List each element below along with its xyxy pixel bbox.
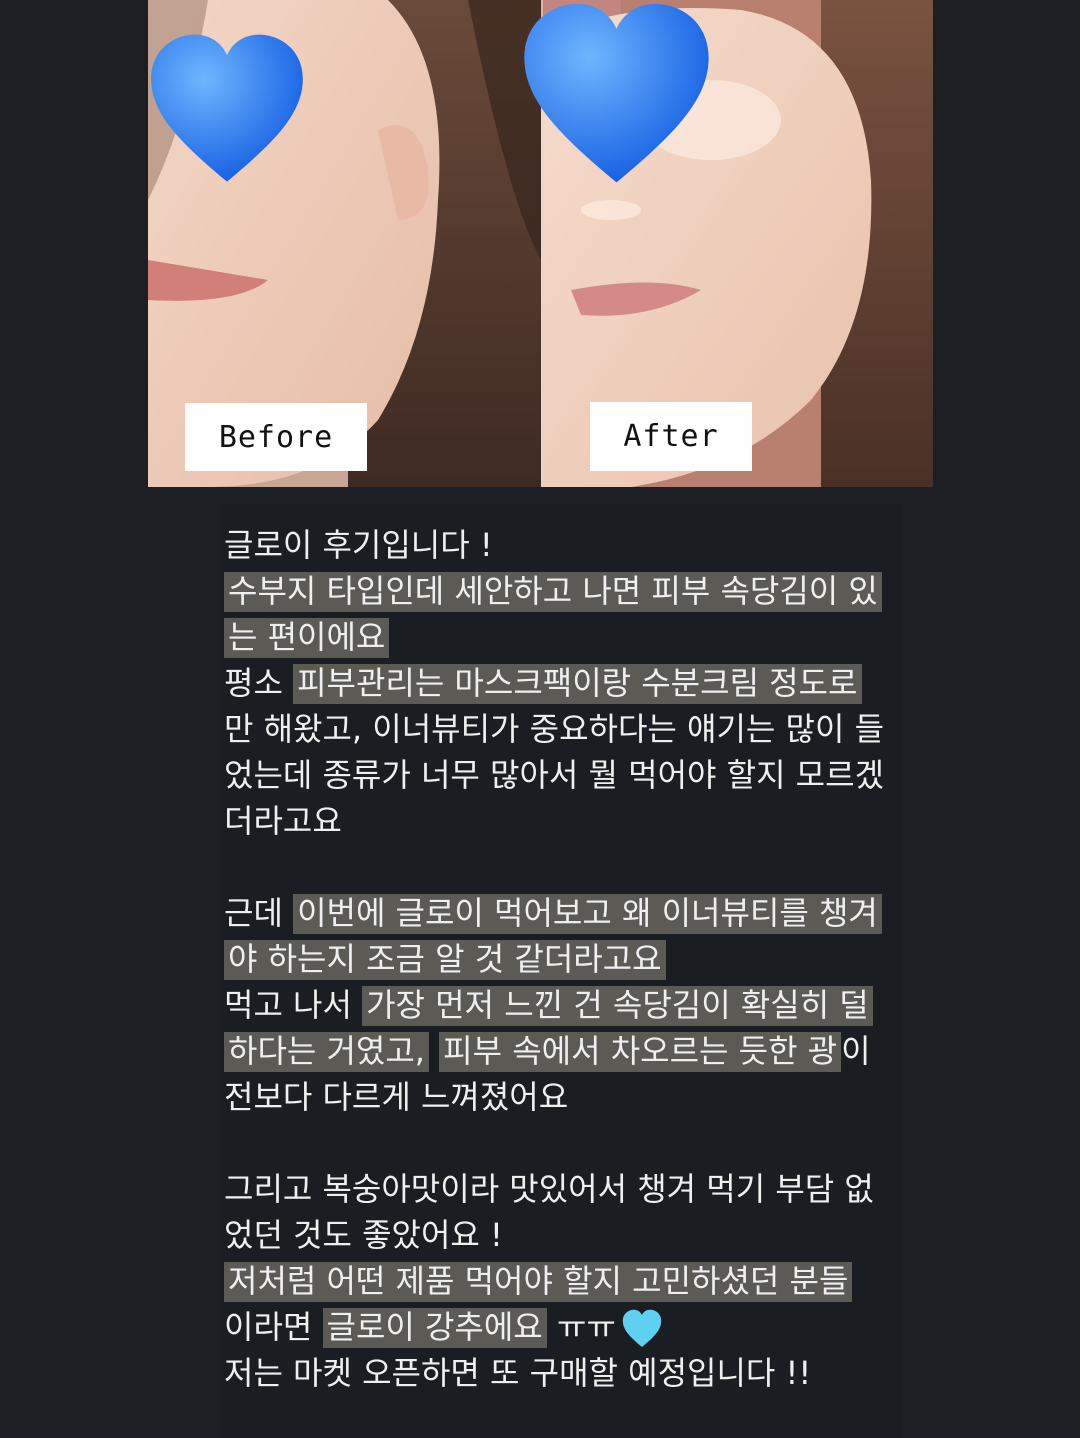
highlighted-text: 피부관리는 마스크팩이랑 수분크림 정도로 — [293, 664, 862, 704]
highlighted-text: 저처럼 어떤 제품 먹어야 할지 고민하셨던 분들 — [224, 1262, 853, 1302]
review-closing: 저는 마켓 오픈하면 또 구매할 예정입니다 !! — [224, 1354, 812, 1392]
after-label: After — [590, 402, 752, 471]
blue-heart-icon — [524, 3, 709, 183]
light-blue-heart-icon — [622, 1309, 662, 1347]
review-paragraph-1: 글로이 후기입니다 ! 수부지 타입인데 세안하고 나면 피부 속당김이 있는 … — [224, 522, 884, 844]
highlighted-text: 피부 속에서 차오르는 듯한 광 — [439, 1032, 842, 1072]
review-text-segment: ㅠㅠ — [546, 1308, 616, 1346]
review-text-segment: 그리고 복숭아맛이라 맛있어서 챙겨 먹기 부담 없었던 것도 좋았어요 ! — [224, 1170, 874, 1254]
review-text-segment — [429, 1032, 439, 1070]
review-text-segment: 만 해왔고, 이너뷰티가 중요하다는 얘기는 많이 들었는데 종류가 너무 많아… — [224, 710, 885, 840]
highlighted-text: 수부지 타입인데 세안하고 나면 피부 속당김이 있는 편이에요 — [224, 572, 882, 658]
blue-heart-icon — [151, 34, 303, 182]
review-paragraph-2: 근데 이번에 글로이 먹어보고 왜 이너뷰티를 챙겨야 하는지 조금 알 것 같… — [224, 890, 884, 1120]
highlighted-text: 글로이 강추에요 — [322, 1308, 547, 1348]
before-label: Before — [185, 403, 367, 471]
review-text-segment: 먹고 나서 — [224, 986, 363, 1024]
review-text: 글로이 후기입니다 ! 수부지 타입인데 세안하고 나면 피부 속당김이 있는 … — [224, 522, 884, 1396]
review-text-segment: 평소 — [224, 664, 294, 702]
review-text-segment: 근데 — [224, 894, 294, 932]
highlighted-text: 이번에 글로이 먹어보고 왜 이너뷰티를 챙겨야 하는지 조금 알 것 같더라고… — [224, 894, 882, 980]
review-text-segment: 이라면 — [224, 1308, 323, 1346]
review-heading: 글로이 후기입니다 ! — [224, 526, 493, 564]
review-paragraph-3: 그리고 복숭아맛이라 맛있어서 챙겨 먹기 부담 없었던 것도 좋았어요 ! 저… — [224, 1166, 884, 1396]
